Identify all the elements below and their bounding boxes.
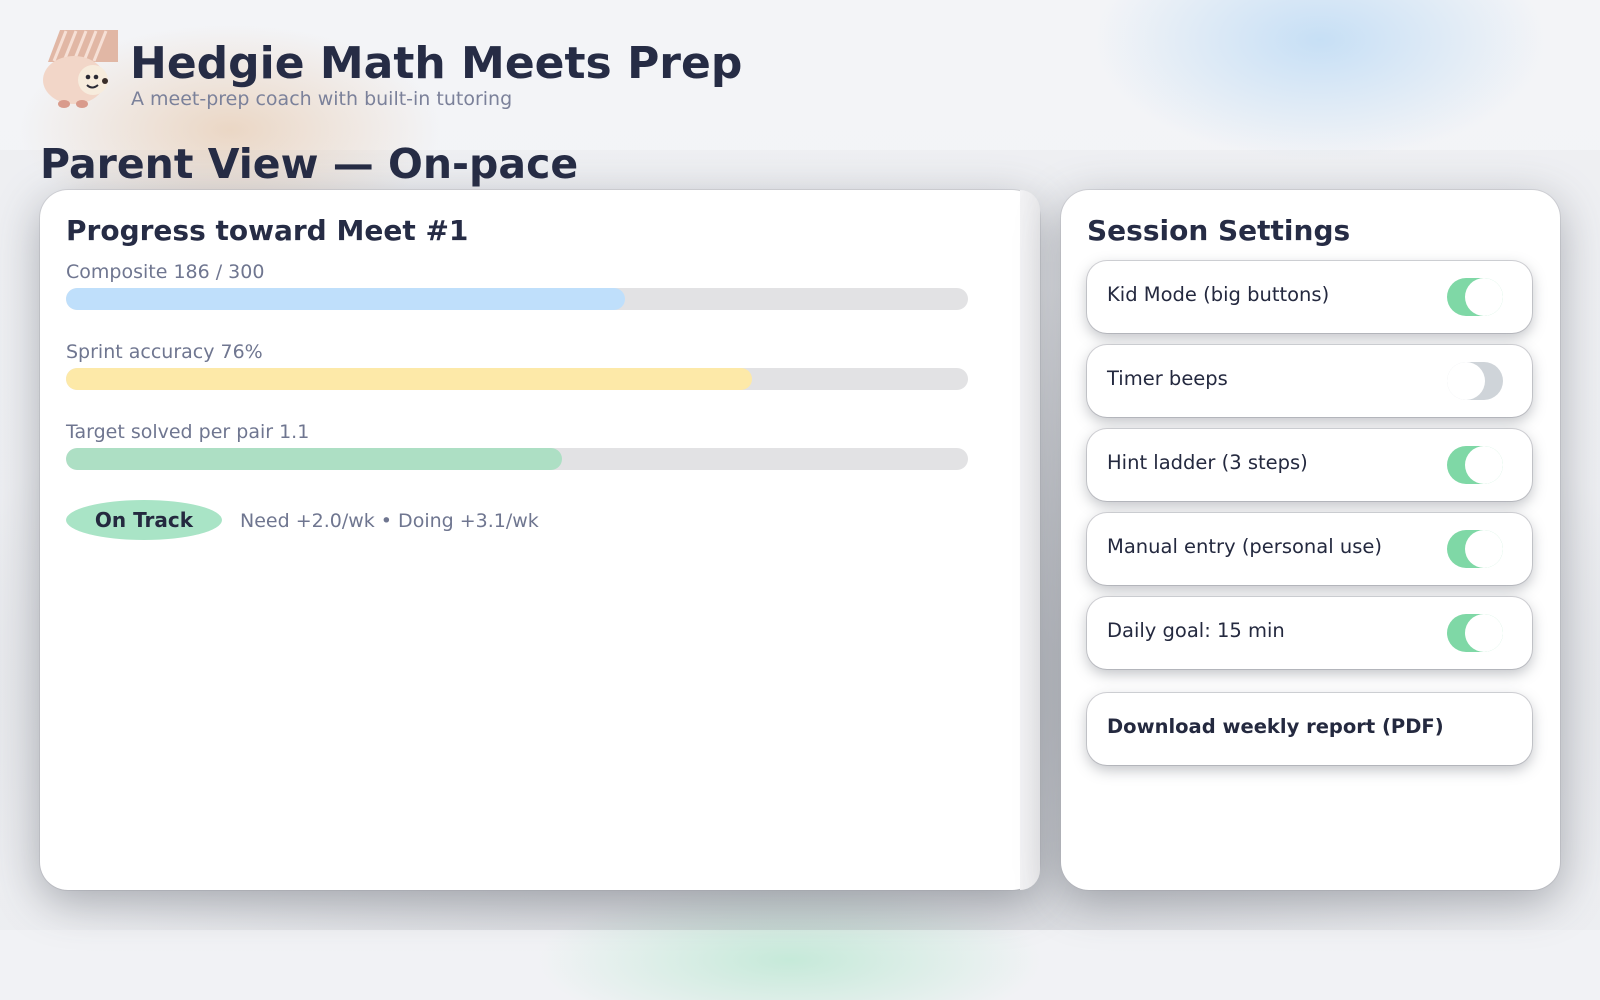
setting-timer-beeps: Timer beeps xyxy=(1087,345,1532,417)
composite-label: Composite 186 / 300 xyxy=(66,261,265,283)
app-subtitle: A meet-prep coach with built-in tutoring xyxy=(131,88,513,110)
sprint-accuracy-progress-fill xyxy=(66,368,752,390)
page-title: Parent View — On-pace xyxy=(40,140,579,188)
target-solved-label: Target solved per pair 1.1 xyxy=(66,421,310,443)
timer-beeps-toggle[interactable] xyxy=(1447,362,1503,400)
toggle-knob xyxy=(1465,614,1503,652)
progress-card: Progress toward Meet #1 Composite 186 / … xyxy=(40,190,1040,890)
download-report-button[interactable]: Download weekly report (PDF) xyxy=(1087,693,1532,765)
setting-hint-ladder: Hint ladder (3 steps) xyxy=(1087,429,1532,501)
pace-summary: Need +2.0/wk • Doing +3.1/wk xyxy=(240,510,539,532)
setting-label: Kid Mode (big buttons) xyxy=(1107,283,1330,306)
app-title: Hedgie Math Meets Prep xyxy=(130,38,743,89)
sprint-accuracy-label: Sprint accuracy 76% xyxy=(66,341,263,363)
toggle-knob xyxy=(1447,362,1485,400)
settings-card: Session Settings Kid Mode (big buttons) … xyxy=(1061,190,1560,890)
target-solved-progress-bar xyxy=(66,448,968,470)
setting-kid-mode: Kid Mode (big buttons) xyxy=(1087,261,1532,333)
settings-heading: Session Settings xyxy=(1087,214,1351,247)
setting-manual-entry: Manual entry (personal use) xyxy=(1087,513,1532,585)
setting-label: Hint ladder (3 steps) xyxy=(1107,451,1308,474)
target-solved-progress-fill xyxy=(66,448,563,470)
toggle-knob xyxy=(1465,530,1503,568)
setting-label: Daily goal: 15 min xyxy=(1107,619,1285,642)
download-report-label: Download weekly report (PDF) xyxy=(1107,715,1444,738)
status-badge: On Track xyxy=(66,500,222,540)
manual-entry-toggle[interactable] xyxy=(1447,530,1503,568)
hedgehog-mascot-icon xyxy=(42,28,122,110)
composite-progress-bar xyxy=(66,288,968,310)
sprint-accuracy-progress-bar xyxy=(66,368,968,390)
setting-label: Manual entry (personal use) xyxy=(1107,535,1382,558)
setting-daily-goal: Daily goal: 15 min xyxy=(1087,597,1532,669)
composite-progress-fill xyxy=(66,288,626,310)
daily-goal-toggle[interactable] xyxy=(1447,614,1503,652)
hint-ladder-toggle[interactable] xyxy=(1447,446,1503,484)
toggle-knob xyxy=(1465,446,1503,484)
progress-heading: Progress toward Meet #1 xyxy=(66,214,469,247)
kid-mode-toggle[interactable] xyxy=(1447,278,1503,316)
toggle-knob xyxy=(1465,278,1503,316)
setting-label: Timer beeps xyxy=(1107,367,1228,390)
